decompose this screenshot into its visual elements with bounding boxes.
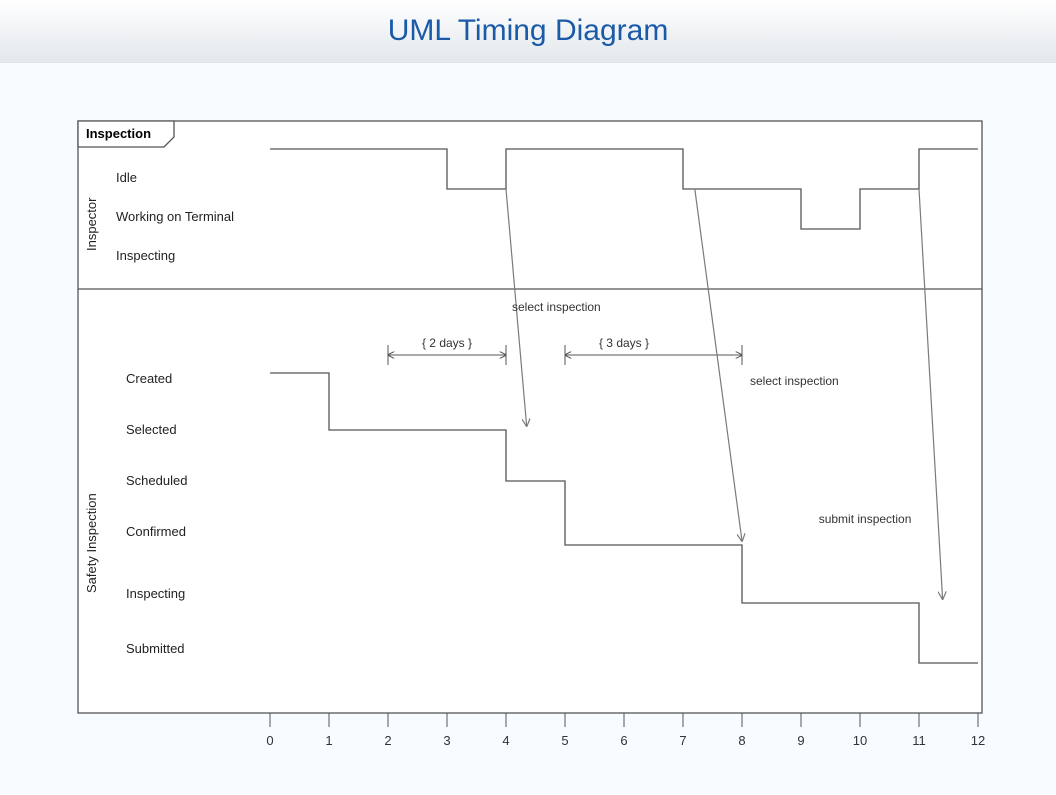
- axis-tick-3: 3: [443, 733, 450, 748]
- axis-tick-6: 6: [620, 733, 627, 748]
- lane-title-safety: Safety Inspection: [84, 493, 99, 593]
- axis-tick-12: 12: [971, 733, 985, 748]
- constraint-3days-label: { 3 days }: [599, 336, 649, 350]
- state-idle: Idle: [116, 170, 137, 185]
- page-title: UML Timing Diagram: [0, 0, 1056, 63]
- message-select-1-label: select inspection: [512, 300, 601, 314]
- state-submitted: Submitted: [126, 641, 185, 656]
- lane-title-inspector: Inspector: [84, 197, 99, 251]
- state-inspecting-bot: Inspecting: [126, 586, 185, 601]
- message-submit-label: submit inspection: [819, 512, 912, 526]
- message-select-2-label: select inspection: [750, 374, 839, 388]
- axis-tick-2: 2: [384, 733, 391, 748]
- axis-tick-7: 7: [679, 733, 686, 748]
- state-selected: Selected: [126, 422, 177, 437]
- state-inspecting-top: Inspecting: [116, 248, 175, 263]
- state-scheduled: Scheduled: [126, 473, 187, 488]
- axis-tick-1: 1: [325, 733, 332, 748]
- axis-tick-4: 4: [502, 733, 509, 748]
- state-working: Working on Terminal: [116, 209, 234, 224]
- axis-tick-0: 0: [266, 733, 273, 748]
- axis-tick-11: 11: [912, 733, 926, 748]
- state-confirmed: Confirmed: [126, 524, 186, 539]
- axis-tick-9: 9: [797, 733, 804, 748]
- state-created: Created: [126, 371, 172, 386]
- axis-tick-10: 10: [853, 733, 867, 748]
- frame-label: Inspection: [86, 126, 151, 141]
- diagram-canvas: Inspection Inspector Safety Inspection I…: [0, 63, 1056, 795]
- constraint-2days-label: { 2 days }: [422, 336, 472, 350]
- time-axis: 0123456789101112: [266, 713, 985, 748]
- axis-tick-5: 5: [561, 733, 568, 748]
- axis-tick-8: 8: [738, 733, 745, 748]
